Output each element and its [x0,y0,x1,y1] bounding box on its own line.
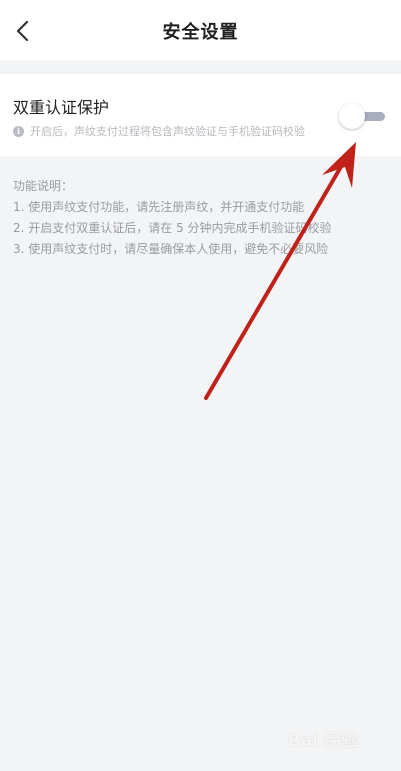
feature-notes: 功能说明： 1. 使用声纹支付功能，请先注册声纹，并开通支付功能 2. 开启支付… [13,176,332,260]
setting-description: i 开启后，声纹支付过程将包含声纹验证与手机验证码校验 [13,123,305,139]
notes-item-2: 2. 开启支付双重认证后，请在 5 分钟内完成手机验证码校验 [13,221,332,235]
two-factor-toggle[interactable] [339,103,387,129]
notes-heading: 功能说明： [13,179,74,193]
watermark-text: Bai 经验 [288,731,359,751]
info-icon: i [13,125,24,137]
setting-description-text: 开启后，声纹支付过程将包含声纹验证与手机验证码校验 [30,125,305,138]
top-navigation-bar: 安全设置 [0,0,401,60]
page-title: 安全设置 [162,22,239,43]
setting-title: 双重认证保护 [13,98,110,117]
notes-item-3: 3. 使用声纹支付时，请尽量确保本人使用，避免不必要风险 [13,242,329,256]
notes-item-1: 1. 使用声纹支付功能，请先注册声纹，并开通支付功能 [13,200,305,214]
toggle-knob [339,103,365,129]
